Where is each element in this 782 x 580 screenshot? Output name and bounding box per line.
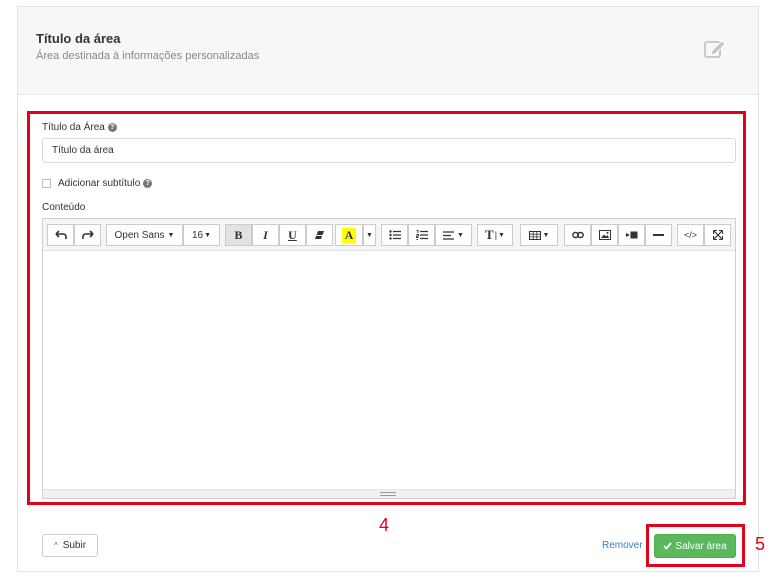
remove-link[interactable]: Remover	[602, 540, 643, 551]
panel-header: Título da área Área destinada à informaç…	[18, 7, 758, 95]
step-number-4: 4	[379, 515, 390, 535]
area-subtitle: Área destinada à informações personaliza…	[36, 50, 260, 62]
edit-icon[interactable]	[704, 39, 726, 59]
save-highlight-box	[646, 524, 745, 567]
form-highlight-box	[27, 111, 746, 505]
step-number-5: 5	[755, 534, 766, 554]
move-up-button[interactable]: ^ Subir	[42, 534, 98, 557]
chevron-up-icon: ^	[53, 541, 58, 550]
move-up-label: Subir	[62, 540, 87, 551]
area-title: Título da área	[36, 31, 121, 46]
